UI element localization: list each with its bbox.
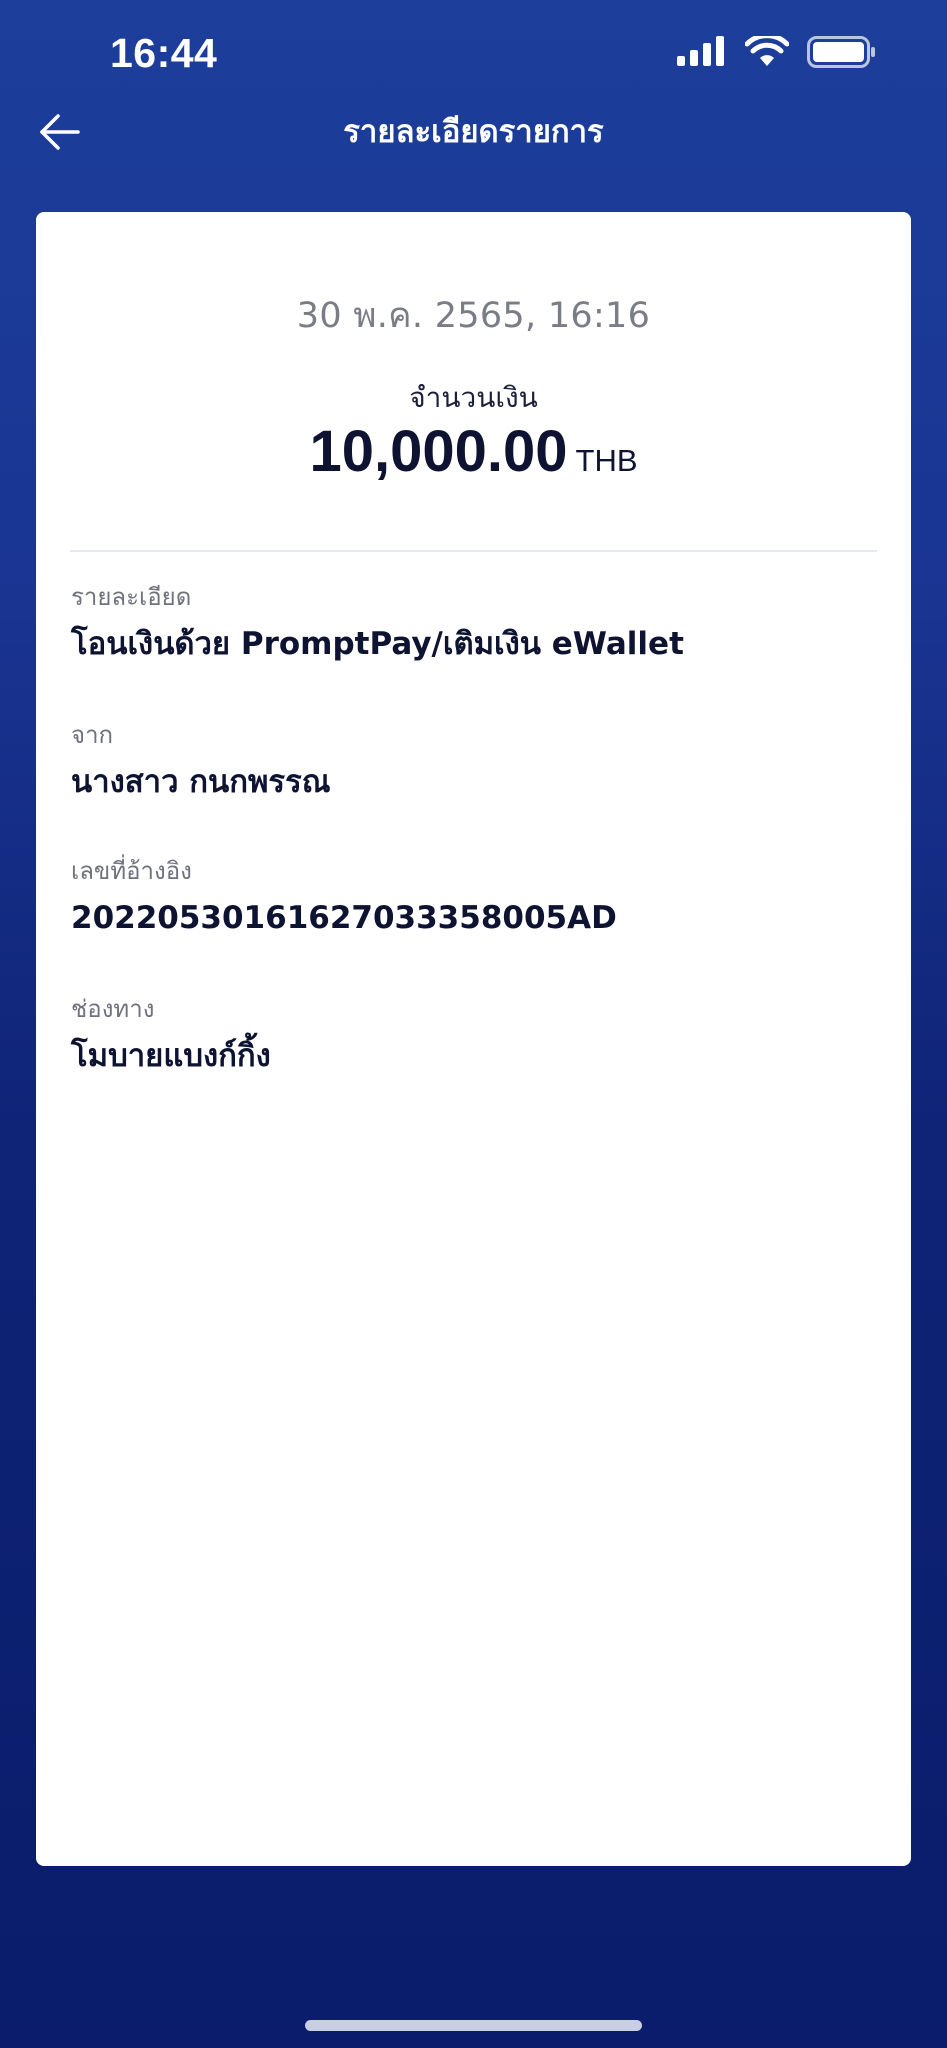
amount-row: 10,000.00 THB bbox=[36, 418, 911, 485]
cellular-signal-icon bbox=[677, 36, 727, 72]
status-time: 16:44 bbox=[110, 30, 218, 76]
detail-value: นางสาว กนกพรรณ bbox=[71, 764, 331, 800]
amount-currency: THB bbox=[575, 443, 638, 478]
page-title: รายละเอียดรายการ bbox=[343, 114, 604, 150]
detail-label: รายละเอียด bbox=[71, 583, 192, 611]
status-bar: 16:44 bbox=[0, 0, 947, 110]
divider bbox=[70, 550, 877, 552]
home-indicator[interactable] bbox=[305, 2020, 642, 2031]
status-icons bbox=[677, 33, 877, 72]
detail-value: โอนเงินด้วย PromptPay/เติมเงิน eWallet bbox=[71, 626, 684, 662]
transaction-detail-card: 30 พ.ค. 2565, 16:16 จำนวนเงิน 10,000.00 T… bbox=[36, 212, 911, 1866]
detail-label: จาก bbox=[71, 721, 114, 749]
detail-label: เลขที่อ้างอิง bbox=[71, 857, 192, 885]
detail-value: 20220530161627033358005AD bbox=[71, 900, 617, 936]
detail-value: โมบายแบงก์กิ้ง bbox=[71, 1038, 271, 1074]
wifi-icon bbox=[744, 33, 790, 72]
amount-value: 10,000.00 bbox=[309, 419, 568, 484]
detail-description: รายละเอียด โอนเงินด้วย PromptPay/เติมเงิ… bbox=[71, 582, 876, 664]
detail-reference-number: เลขที่อ้างอิง 20220530161627033358005AD bbox=[71, 856, 876, 938]
amount-label: จำนวนเงิน bbox=[409, 381, 538, 414]
detail-channel: ช่องทาง โมบายแบงก์กิ้ง bbox=[71, 994, 876, 1076]
detail-label: ช่องทาง bbox=[71, 995, 155, 1023]
battery-icon bbox=[807, 36, 877, 72]
nav-bar: รายละเอียดรายการ bbox=[0, 110, 947, 154]
transaction-datetime: 30 พ.ค. 2565, 16:16 bbox=[296, 296, 651, 336]
detail-from: จาก นางสาว กนกพรรณ bbox=[71, 720, 876, 802]
